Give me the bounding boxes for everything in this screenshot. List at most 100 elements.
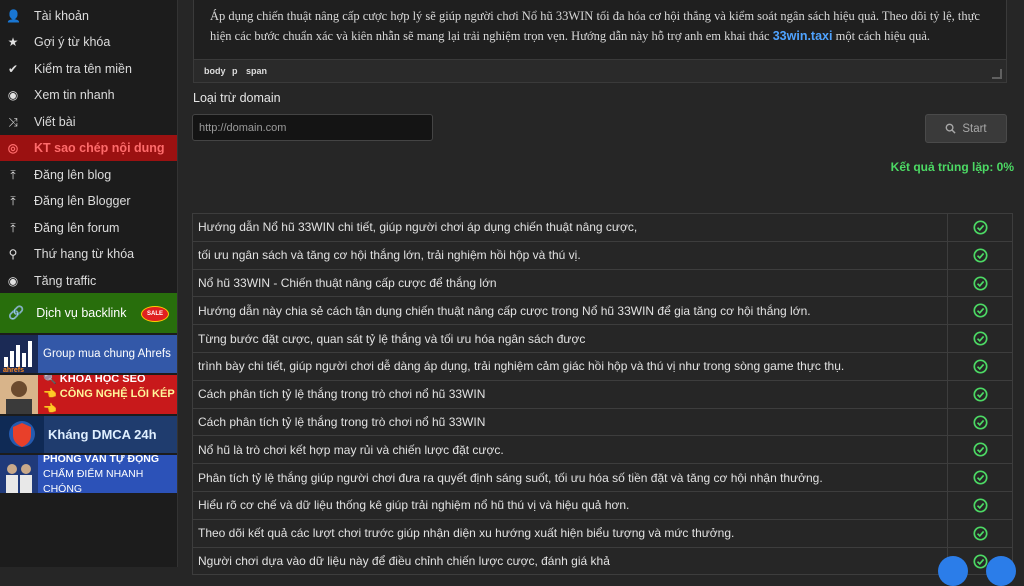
row-text: Cách phân tích tỷ lệ thắng trong trò chơ… — [191, 379, 949, 409]
row-text: Từng bước đặt cược, quan sát tỷ lệ thắng… — [191, 324, 949, 353]
table-row: Hướng dẫn này chia sẻ cách tận dụng chiế… — [191, 296, 1013, 326]
sale-badge: SALE — [141, 306, 169, 322]
row-status — [947, 490, 1013, 520]
sidebar-item-label: Đăng lên Blogger — [34, 194, 131, 208]
check-circle-icon — [973, 359, 988, 374]
sidebar-item-backlink[interactable]: 🔗 Dịch vụ backlink SALE — [0, 293, 177, 333]
eye-icon: ◉ — [7, 274, 19, 288]
row-status — [947, 463, 1013, 492]
shield-graphic-icon — [0, 416, 44, 453]
banner-line-1: PHỎNG VẤN TỰ ĐỘNG — [43, 455, 160, 465]
link-icon: 🔗 — [8, 305, 25, 320]
duplicate-result: Kết quả trùng lặp: 0% — [890, 160, 1014, 174]
sidebar-item-post-blogger[interactable]: ⤒ Đăng lên Blogger — [0, 188, 177, 214]
table-row: Nổ hũ 33WIN - Chiến thuật nâng cấp cược … — [191, 268, 1013, 298]
sidebar-item-domain-check[interactable]: ✔ Kiểm tra tên miền — [0, 56, 177, 82]
ahrefs-logo-icon: ahrefs — [0, 335, 38, 373]
shuffle-icon: ⤨ — [8, 114, 18, 129]
sidebar-item-label: Xem tin nhanh — [34, 88, 115, 102]
banner-text: Kháng DMCA 24h — [48, 427, 157, 442]
start-label: Start — [962, 122, 987, 135]
row-text: Phân tích tỷ lệ thắng giúp người chơi đư… — [191, 463, 949, 492]
sidebar-item-post-blog[interactable]: ⤒ Đăng lên blog — [0, 162, 177, 188]
check-circle-icon — [973, 470, 988, 485]
check-circle-icon — [973, 331, 988, 346]
check-circle-icon — [973, 276, 988, 291]
banner-text: Group mua chung Ahrefs — [43, 347, 171, 360]
path-span[interactable]: span — [246, 66, 267, 76]
check-circle-icon — [973, 554, 988, 569]
sidebar-item-keyword-rank[interactable]: ⚲ Thứ hạng từ khóa — [0, 241, 177, 267]
contact-button[interactable] — [986, 556, 1016, 586]
sidebar-item-post-forum[interactable]: ⤒ Đăng lên forum — [0, 215, 177, 241]
sidebar-item-label: Dịch vụ backlink — [36, 306, 127, 320]
row-status — [947, 296, 1013, 326]
star-icon: ★ — [7, 35, 19, 49]
row-status — [947, 351, 1013, 381]
person-photo-icon — [0, 375, 38, 414]
sidebar-item-label: KT sao chép nội dung — [34, 141, 165, 155]
sidebar-item-label: Đăng lên blog — [34, 168, 112, 182]
row-text: Hướng dẫn Nổ hũ 33WIN chi tiết, giúp ngư… — [191, 213, 949, 242]
table-row: Hiểu rõ cơ chế và dữ liệu thống kê giúp … — [191, 490, 1013, 520]
row-text: Cách phân tích tỷ lệ thắng trong trò chơ… — [191, 407, 949, 437]
content-editor[interactable]: Áp dụng chiến thuật nâng cấp cược hợp lý… — [193, 0, 1007, 83]
banner-ahrefs[interactable]: ahrefs Group mua chung Ahrefs — [0, 335, 177, 373]
check-circle-icon — [973, 526, 988, 541]
row-status — [947, 213, 1013, 242]
sidebar-item-label: Thứ hạng từ khóa — [34, 247, 135, 261]
sidebar-item-quick-news[interactable]: ◉ Xem tin nhanh — [0, 82, 177, 108]
user-icon: 👤 — [6, 9, 21, 23]
path-p[interactable]: p — [232, 66, 238, 76]
sidebar-item-label: Đăng lên forum — [34, 221, 120, 235]
sidebar-item-label: Viết bài — [34, 115, 76, 129]
path-body[interactable]: body — [204, 66, 226, 76]
search-icon — [945, 123, 956, 134]
check-circle-icon — [973, 248, 988, 263]
row-status — [947, 379, 1013, 409]
row-text: tối ưu ngân sách và tăng cơ hội thắng lớ… — [191, 240, 949, 270]
table-row: Phân tích tỷ lệ thắng giúp người chơi đư… — [191, 463, 1013, 492]
row-text: Hướng dẫn này chia sẻ cách tận dụng chiế… — [191, 296, 949, 326]
upload-icon: ⤒ — [10, 220, 16, 235]
chat-button[interactable] — [938, 556, 968, 586]
table-row: tối ưu ngân sách và tăng cơ hội thắng lớ… — [191, 240, 1013, 270]
sidebar-item-account[interactable]: 👤 Tài khoản — [0, 3, 177, 29]
sidebar-item-copy-check[interactable]: ◎ KT sao chép nội dung — [0, 135, 177, 161]
domain-input[interactable] — [192, 114, 433, 141]
table-row: Hướng dẫn Nổ hũ 33WIN chi tiết, giúp ngư… — [191, 213, 1013, 242]
row-text: Người chơi dựa vào dữ liệu này để điều c… — [191, 546, 949, 576]
banner-dmca[interactable]: Kháng DMCA 24h — [0, 416, 177, 453]
table-row: Người chơi dựa vào dữ liệu này để điều c… — [191, 546, 1013, 576]
sidebar-item-label: Tài khoản — [34, 9, 89, 23]
banner-line-2: CHẤM ĐIỂM NHANH CHÓNG — [43, 467, 144, 494]
row-text: Nổ hũ 33WIN - Chiến thuật nâng cấp cược … — [191, 268, 949, 298]
search-icon: ⚲ — [8, 247, 18, 261]
sidebar-item-write-post[interactable]: ⤨ Viết bài — [0, 109, 177, 135]
banner-line-1: 🔍 KHÓA HỌC SEO — [43, 375, 146, 385]
check-icon: ✔ — [7, 62, 19, 76]
table-row: trình bày chi tiết, giúp người chơi dễ d… — [191, 351, 1013, 381]
exclude-domain-label: Loại trừ domain — [193, 91, 281, 105]
sidebar-item-traffic[interactable]: ◉ Tăng traffic — [0, 268, 177, 294]
table-row: Cách phân tích tỷ lệ thắng trong trò chơ… — [191, 407, 1013, 437]
editor-content[interactable]: Áp dụng chiến thuật nâng cấp cược hợp lý… — [210, 6, 990, 46]
editor-link[interactable]: 33win.taxi — [773, 29, 833, 43]
sidebar-item-label: Kiểm tra tên miền — [34, 62, 132, 76]
row-status — [947, 324, 1013, 353]
check-circle-icon — [973, 498, 988, 513]
resize-handle-icon[interactable] — [992, 69, 1002, 79]
start-button[interactable]: Start — [925, 114, 1007, 143]
editor-text-after: một cách hiệu quả. — [832, 29, 931, 43]
row-status — [947, 518, 1013, 548]
editor-statusbar: body p span — [194, 59, 1006, 82]
banner-interview[interactable]: PHỎNG VẤN TỰ ĐỘNG CHẤM ĐIỂM NHANH CHÓNG — [0, 455, 177, 493]
banner-seo-course[interactable]: 🔍 KHÓA HỌC SEO 👈 CÔNG NGHỆ LÕI KÉP 👈 — [0, 375, 177, 414]
banner-line-2: 👈 CÔNG NGHỆ LÕI KÉP 👈 — [43, 388, 175, 414]
row-text: trình bày chi tiết, giúp người chơi dễ d… — [191, 351, 949, 381]
sidebar-item-label: Tăng traffic — [34, 274, 97, 288]
target-icon: ◎ — [7, 141, 19, 155]
svg-text:ahrefs: ahrefs — [3, 367, 24, 373]
sidebar-item-keyword-suggest[interactable]: ★ Gợi ý từ khóa — [0, 29, 177, 55]
row-text: Hiểu rõ cơ chế và dữ liệu thống kê giúp … — [191, 490, 949, 520]
